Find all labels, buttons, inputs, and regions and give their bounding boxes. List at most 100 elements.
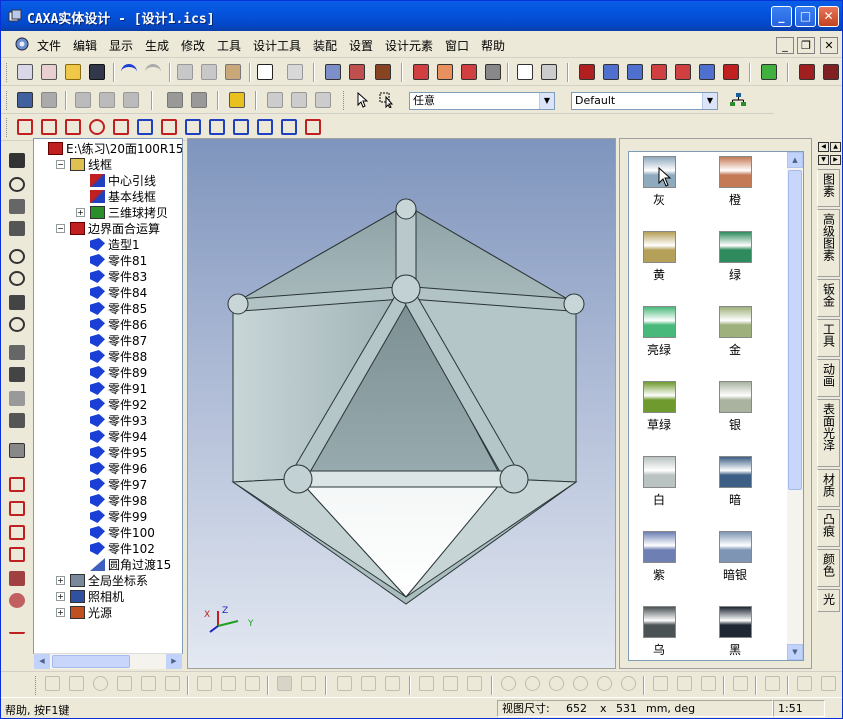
block-1-icon[interactable]: [167, 92, 183, 108]
tree-item[interactable]: 零件100: [90, 525, 155, 541]
3d-ball-icon[interactable]: [413, 64, 429, 80]
menu-assembly[interactable]: 装配: [313, 37, 337, 54]
zoom-disabled-icon[interactable]: [99, 92, 115, 108]
chevron-down-icon[interactable]: ▼: [702, 93, 717, 109]
select-box-icon[interactable]: [379, 92, 395, 108]
scroll-left-icon[interactable]: ◀: [34, 654, 50, 669]
tree-item[interactable]: 零件94: [90, 429, 147, 445]
line-tool-3-icon[interactable]: [385, 676, 400, 691]
fillet-tool-icon[interactable]: [699, 64, 715, 80]
dimension-tool-icon[interactable]: [797, 676, 812, 691]
text-icon[interactable]: [517, 64, 533, 80]
menu-view[interactable]: 显示: [109, 37, 133, 54]
surface-icon[interactable]: [9, 571, 25, 586]
scroll-thumb[interactable]: [52, 655, 130, 668]
tree-item[interactable]: 零件86: [90, 317, 147, 333]
tree-item[interactable]: − 线框: [56, 157, 112, 173]
circle-tool-3-icon[interactable]: [549, 676, 564, 691]
sketch-tool-5-icon[interactable]: [141, 676, 156, 691]
new-design-icon[interactable]: [41, 64, 57, 80]
expand-icon[interactable]: +: [56, 576, 65, 585]
menu-window[interactable]: 窗口: [445, 37, 469, 54]
material-item[interactable]: 黄: [629, 231, 689, 303]
menu-tools[interactable]: 工具: [217, 37, 241, 54]
section-view-icon[interactable]: [823, 64, 839, 80]
sketch-tool-11-icon[interactable]: [301, 676, 316, 691]
new-icon[interactable]: [17, 64, 33, 80]
style-select[interactable]: Default ▼: [571, 92, 718, 110]
tree-item[interactable]: 零件99: [90, 509, 147, 525]
chevron-down-icon[interactable]: ▼: [539, 93, 554, 109]
trim-tool-icon[interactable]: [419, 676, 434, 691]
vtab-item[interactable]: 图素: [817, 169, 840, 207]
material-swatch[interactable]: [642, 606, 676, 638]
zoom-icon[interactable]: [9, 249, 25, 264]
view-1-icon[interactable]: [17, 119, 33, 135]
view-7-icon[interactable]: [161, 119, 177, 135]
pan-disabled-icon[interactable]: [75, 92, 91, 108]
sketch-tool-1-icon[interactable]: [45, 676, 60, 691]
annotation-icon[interactable]: [9, 619, 25, 634]
tree-item[interactable]: + 全局坐标系: [56, 573, 148, 589]
dimension-icon[interactable]: [229, 92, 245, 108]
constraint-tool-icon[interactable]: [765, 676, 780, 691]
circle-tool-2-icon[interactable]: [525, 676, 540, 691]
material-item[interactable]: 暗银: [705, 531, 765, 603]
chamfer-icon[interactable]: [723, 64, 739, 80]
face-offset-icon[interactable]: [651, 64, 667, 80]
circle-tool-5-icon[interactable]: [597, 676, 612, 691]
rotate-view-icon[interactable]: [9, 177, 25, 192]
material-swatch[interactable]: [642, 306, 676, 338]
tree-item[interactable]: 零件85: [90, 301, 147, 317]
view-3-icon[interactable]: [65, 119, 81, 135]
design-tree-icon[interactable]: [257, 64, 273, 80]
tab-first-icon[interactable]: ◀: [818, 142, 829, 152]
material-item[interactable]: 紫: [629, 531, 689, 603]
arc-tool-2-icon[interactable]: [677, 676, 692, 691]
material-swatch[interactable]: [718, 606, 752, 638]
tab-last-icon[interactable]: ▶: [830, 155, 841, 165]
menu-settings[interactable]: 设置: [349, 37, 373, 54]
tree-item[interactable]: 零件91: [90, 381, 147, 397]
circle-tool-4-icon[interactable]: [573, 676, 588, 691]
open-folder-icon[interactable]: [65, 64, 81, 80]
material-swatch[interactable]: [642, 231, 676, 263]
sketch-tool-4-icon[interactable]: [117, 676, 132, 691]
tree-horizontal-scrollbar[interactable]: ◀ ▶: [34, 653, 182, 669]
selection-filter-select[interactable]: 任意 ▼: [409, 92, 555, 110]
line-tool-icon[interactable]: [337, 676, 352, 691]
menu-file[interactable]: 文件: [37, 37, 61, 54]
vtab-item[interactable]: 钣金: [817, 279, 840, 317]
section-icon[interactable]: [799, 64, 815, 80]
grid-3-icon[interactable]: [315, 92, 331, 108]
material-vertical-scrollbar[interactable]: ▲ ▼: [787, 152, 803, 660]
menu-modify[interactable]: 修改: [181, 37, 205, 54]
spin-icon[interactable]: [9, 199, 25, 214]
material-list[interactable]: ▲ ▼ 灰 橙黄 绿亮绿 金草绿 银白 暗紫 暗银乌 黑: [628, 151, 804, 661]
material-item[interactable]: 橙: [705, 156, 765, 228]
tree-item[interactable]: − 边界面合运算: [56, 221, 160, 237]
orbit-icon[interactable]: [461, 64, 477, 80]
expand-icon[interactable]: +: [76, 208, 85, 217]
3d-viewport[interactable]: Z Y X: [187, 138, 616, 669]
vtab-item[interactable]: 高级图素: [817, 209, 840, 277]
material-item[interactable]: 黑: [705, 606, 765, 660]
tree-item[interactable]: + 照相机: [56, 589, 124, 605]
arc-tool-1-icon[interactable]: [653, 676, 668, 691]
expand-icon[interactable]: +: [56, 608, 65, 617]
material-item[interactable]: 草绿: [629, 381, 689, 453]
tree-item[interactable]: + 三维球拷贝: [76, 205, 168, 221]
paste-icon[interactable]: [225, 64, 241, 80]
paint-icon[interactable]: [41, 92, 57, 108]
vtab-item[interactable]: 工具: [817, 319, 840, 357]
tree-item[interactable]: 零件102: [90, 541, 155, 557]
tree-item[interactable]: 零件88: [90, 349, 147, 365]
collapse-icon[interactable]: −: [56, 160, 65, 169]
material-swatch[interactable]: [718, 531, 752, 563]
material-swatch[interactable]: [718, 456, 752, 488]
material-swatch[interactable]: [642, 531, 676, 563]
view-9-icon[interactable]: [209, 119, 225, 135]
material-swatch[interactable]: [642, 456, 676, 488]
move-edge-icon[interactable]: [579, 64, 595, 80]
undo-icon[interactable]: [121, 64, 137, 80]
